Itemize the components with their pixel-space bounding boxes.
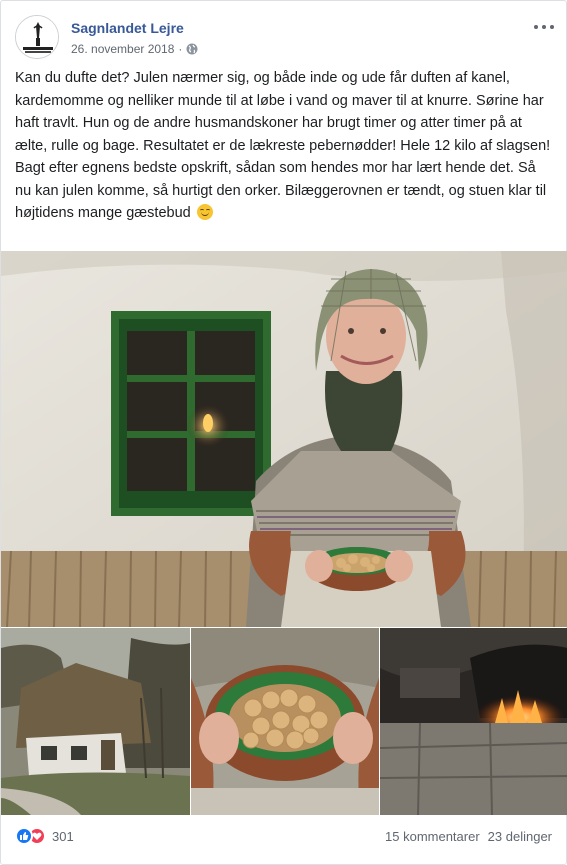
globe-icon [186,43,198,55]
post-date[interactable]: 26. november 2018 [71,42,174,56]
thumbnail-photo-oven[interactable] [380,628,567,815]
page-name-link[interactable]: Sagnlandet Lejre [71,20,184,36]
facebook-post-card: Sagnlandet Lejre 26. november 2018 · Kan… [0,0,567,865]
reaction-count: 301 [52,828,74,844]
smiling-face-emoji-icon [196,204,213,220]
like-icon [15,827,33,845]
more-dot [534,25,538,29]
main-photo[interactable] [1,251,567,627]
post-header: Sagnlandet Lejre 26. november 2018 · [15,15,556,59]
more-options-icon[interactable] [532,17,556,37]
post-text: Kan du dufte det? Julen nærmer sig, og b… [15,70,551,221]
thatched-cottage-photo [1,628,190,815]
meta-separator: · [178,42,183,56]
reactions-summary[interactable]: 301 [15,827,74,845]
shares-count-link[interactable]: 23 delinger [488,829,552,844]
comments-count-link[interactable]: 15 kommentarer [385,829,480,844]
post-body: Kan du dufte det? Julen nærmer sig, og b… [15,67,555,225]
sagnlandet-logo-icon [16,16,58,58]
more-dot [550,25,554,29]
woman-holding-bowl-photo [1,251,567,627]
post-footer: 301 15 kommentarer 23 delinger [15,821,552,851]
fire-in-oven-photo [380,628,567,815]
more-dot [542,25,546,29]
page-avatar[interactable] [15,15,59,59]
thumbnail-photo-bowl[interactable] [191,628,379,815]
post-meta: 26. november 2018 · [71,42,198,56]
bowl-of-pebernodder-closeup-photo [191,628,379,815]
thumbnail-photo-cottage[interactable] [1,628,190,815]
